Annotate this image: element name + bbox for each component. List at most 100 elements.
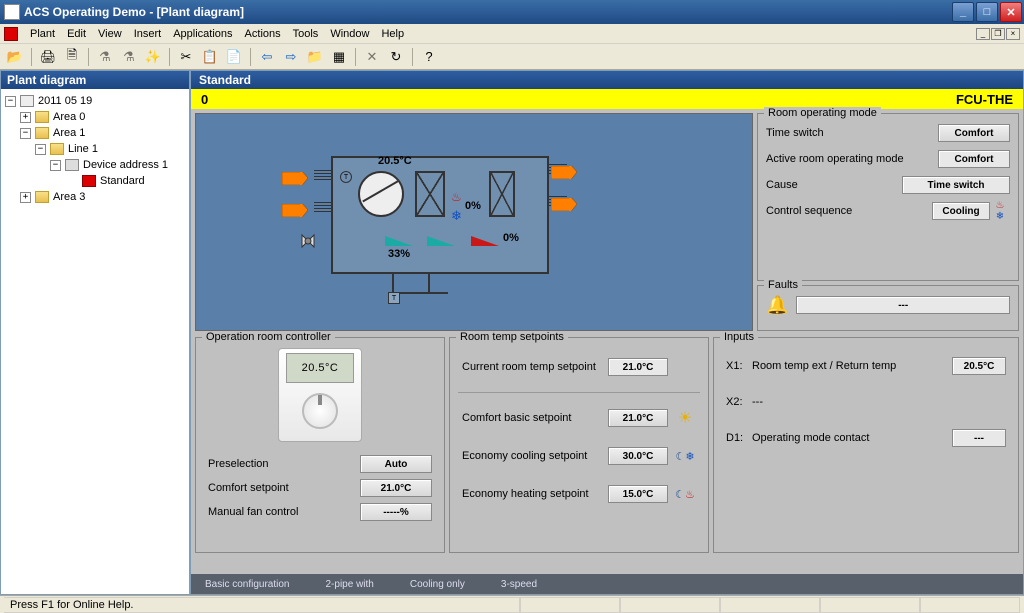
cooling-coil-icon <box>415 171 445 217</box>
heat-ramp-icon <box>471 236 499 246</box>
copy-button[interactable]: 📋 <box>199 46 221 68</box>
active-mode-value: Comfort <box>938 150 1010 168</box>
wand-button[interactable]: ✨ <box>142 46 164 68</box>
plant-diagram: 20.5°C T ♨ ❄ 0% 33% 0% <box>195 113 753 331</box>
doc-icon <box>4 27 18 41</box>
thermostat-display: 20.5°C <box>286 353 354 383</box>
print-button[interactable]: 🖨 <box>37 46 59 68</box>
tree-area1[interactable]: −Area 1 <box>5 125 185 141</box>
menu-tools[interactable]: Tools <box>287 26 325 42</box>
app-icon <box>4 4 20 20</box>
room-mode-group: Room operating mode Time switchComfort A… <box>757 113 1019 281</box>
menu-insert[interactable]: Insert <box>128 26 168 42</box>
moon-snow-icon: ☾❄ <box>674 450 696 463</box>
mdi-close-button[interactable]: × <box>1006 28 1020 40</box>
setpoints-group: Room temp setpoints Current room temp se… <box>449 337 709 553</box>
inputs-group: Inputs X1:Room temp ext / Return temp20.… <box>713 337 1019 553</box>
tree-line1[interactable]: −Line 1 <box>5 141 185 157</box>
back-button[interactable]: ⇦ <box>256 46 278 68</box>
cut-button[interactable]: ✂ <box>175 46 197 68</box>
moon-flame-icon: ☾♨ <box>674 488 696 501</box>
menu-applications[interactable]: Applications <box>167 26 238 42</box>
menu-help[interactable]: Help <box>375 26 410 42</box>
paste-button[interactable]: 📄 <box>223 46 245 68</box>
comfort-basic-button[interactable]: 21.0°C <box>608 409 668 427</box>
menu-window[interactable]: Window <box>324 26 375 42</box>
cool-pct-value: 0% <box>465 200 481 212</box>
floor-sensor-icon: T <box>388 292 400 304</box>
snowflake-icon: ❄ <box>451 208 462 224</box>
delete-button[interactable]: ✕ <box>361 46 383 68</box>
cool-ramp-icon <box>385 236 413 246</box>
content-header: Standard <box>191 71 1023 89</box>
temp-sensor-icon: T <box>340 171 352 183</box>
close-button[interactable]: ✕ <box>1000 2 1022 22</box>
grid-button[interactable]: ▦ <box>328 46 350 68</box>
flame-icon: ♨ <box>451 190 462 204</box>
maximize-button[interactable]: □ <box>976 2 998 22</box>
room-mode-title: Room operating mode <box>764 107 881 119</box>
help-button[interactable]: ? <box>418 46 440 68</box>
control-seq-value: Cooling <box>932 202 990 220</box>
up-button[interactable]: 📁 <box>304 46 326 68</box>
valve-icon <box>299 232 317 250</box>
open-button[interactable]: 📂 <box>4 46 26 68</box>
menu-actions[interactable]: Actions <box>239 26 287 42</box>
exhaust-arrow2-icon <box>551 198 577 211</box>
exhaust-arrow-icon <box>551 166 577 179</box>
config-footer: Basic configuration 2-pipe with Cooling … <box>191 574 1023 594</box>
manual-fan-button[interactable]: -----% <box>360 503 432 521</box>
supply-temp-value: 20.5°C <box>378 155 412 167</box>
tree-standard[interactable]: Standard <box>5 173 185 189</box>
menu-bar: Plant Edit View Insert Applications Acti… <box>0 24 1024 44</box>
status-bar: Press F1 for Online Help. <box>0 595 1024 613</box>
menu-plant[interactable]: Plant <box>24 26 61 42</box>
tree-panel: Plant diagram −2011 05 19 +Area 0 −Area … <box>0 70 190 595</box>
current-setpoint-value: 21.0°C <box>608 358 668 376</box>
supply-arrow-icon <box>282 172 308 185</box>
print-preview-button[interactable]: 🗎 <box>61 46 83 68</box>
faults-title: Faults <box>764 279 802 291</box>
device-type: FCU-THE <box>956 92 1013 107</box>
minimize-button[interactable]: _ <box>952 2 974 22</box>
title-bar: ACS Operating Demo - [Plant diagram] _ □… <box>0 0 1024 24</box>
heating-coil-icon <box>489 171 515 217</box>
menu-edit[interactable]: Edit <box>61 26 92 42</box>
bell-icon: 🔔 <box>766 295 788 316</box>
faults-group: Faults 🔔--- <box>757 285 1019 331</box>
status-hint: Press F1 for Online Help. <box>4 597 520 613</box>
faults-value: --- <box>796 296 1010 314</box>
forward-button[interactable]: ⇨ <box>280 46 302 68</box>
refresh-button[interactable]: ↻ <box>385 46 407 68</box>
menu-view[interactable]: View <box>92 26 128 42</box>
mdi-minimize-button[interactable]: _ <box>976 28 990 40</box>
tree-root[interactable]: −2011 05 19 <box>5 93 185 109</box>
heat-pct-value: 0% <box>503 232 519 244</box>
content-panel: Standard 0 FCU-THE 20.5°C T <box>190 70 1024 595</box>
fan-icon <box>358 171 404 217</box>
tree-area3[interactable]: +Area 3 <box>5 189 185 205</box>
thermostat-dial <box>302 393 338 429</box>
tree-device1[interactable]: −Device address 1 <box>5 157 185 173</box>
mdi-restore-button[interactable]: ❐ <box>991 28 1005 40</box>
cause-value: Time switch <box>902 176 1010 194</box>
d1-value: --- <box>952 429 1006 447</box>
time-switch-button[interactable]: Comfort <box>938 124 1010 142</box>
return-arrow-icon <box>282 204 308 217</box>
filter1-button[interactable]: ⚗ <box>94 46 116 68</box>
device-status-bar: 0 FCU-THE <box>191 89 1023 109</box>
filter2-button[interactable]: ⚗ <box>118 46 140 68</box>
operation-controller-group: Operation room controller 20.5°C Presele… <box>195 337 445 553</box>
window-title: ACS Operating Demo - [Plant diagram] <box>24 5 952 19</box>
tree-area0[interactable]: +Area 0 <box>5 109 185 125</box>
preselection-button[interactable]: Auto <box>360 455 432 473</box>
ahu-unit: 20.5°C T ♨ ❄ 0% 33% 0% <box>331 156 549 274</box>
eco-heat-button[interactable]: 15.0°C <box>608 485 668 503</box>
thermostat-icon: 20.5°C <box>278 348 362 442</box>
flame-small-icon: ♨ <box>996 200 1005 211</box>
snow-small-icon: ❄ <box>996 211 1004 222</box>
x1-value: 20.5°C <box>952 357 1006 375</box>
comfort-setpoint-button[interactable]: 21.0°C <box>360 479 432 497</box>
eco-cool-button[interactable]: 30.0°C <box>608 447 668 465</box>
tree-header: Plant diagram <box>1 71 189 89</box>
